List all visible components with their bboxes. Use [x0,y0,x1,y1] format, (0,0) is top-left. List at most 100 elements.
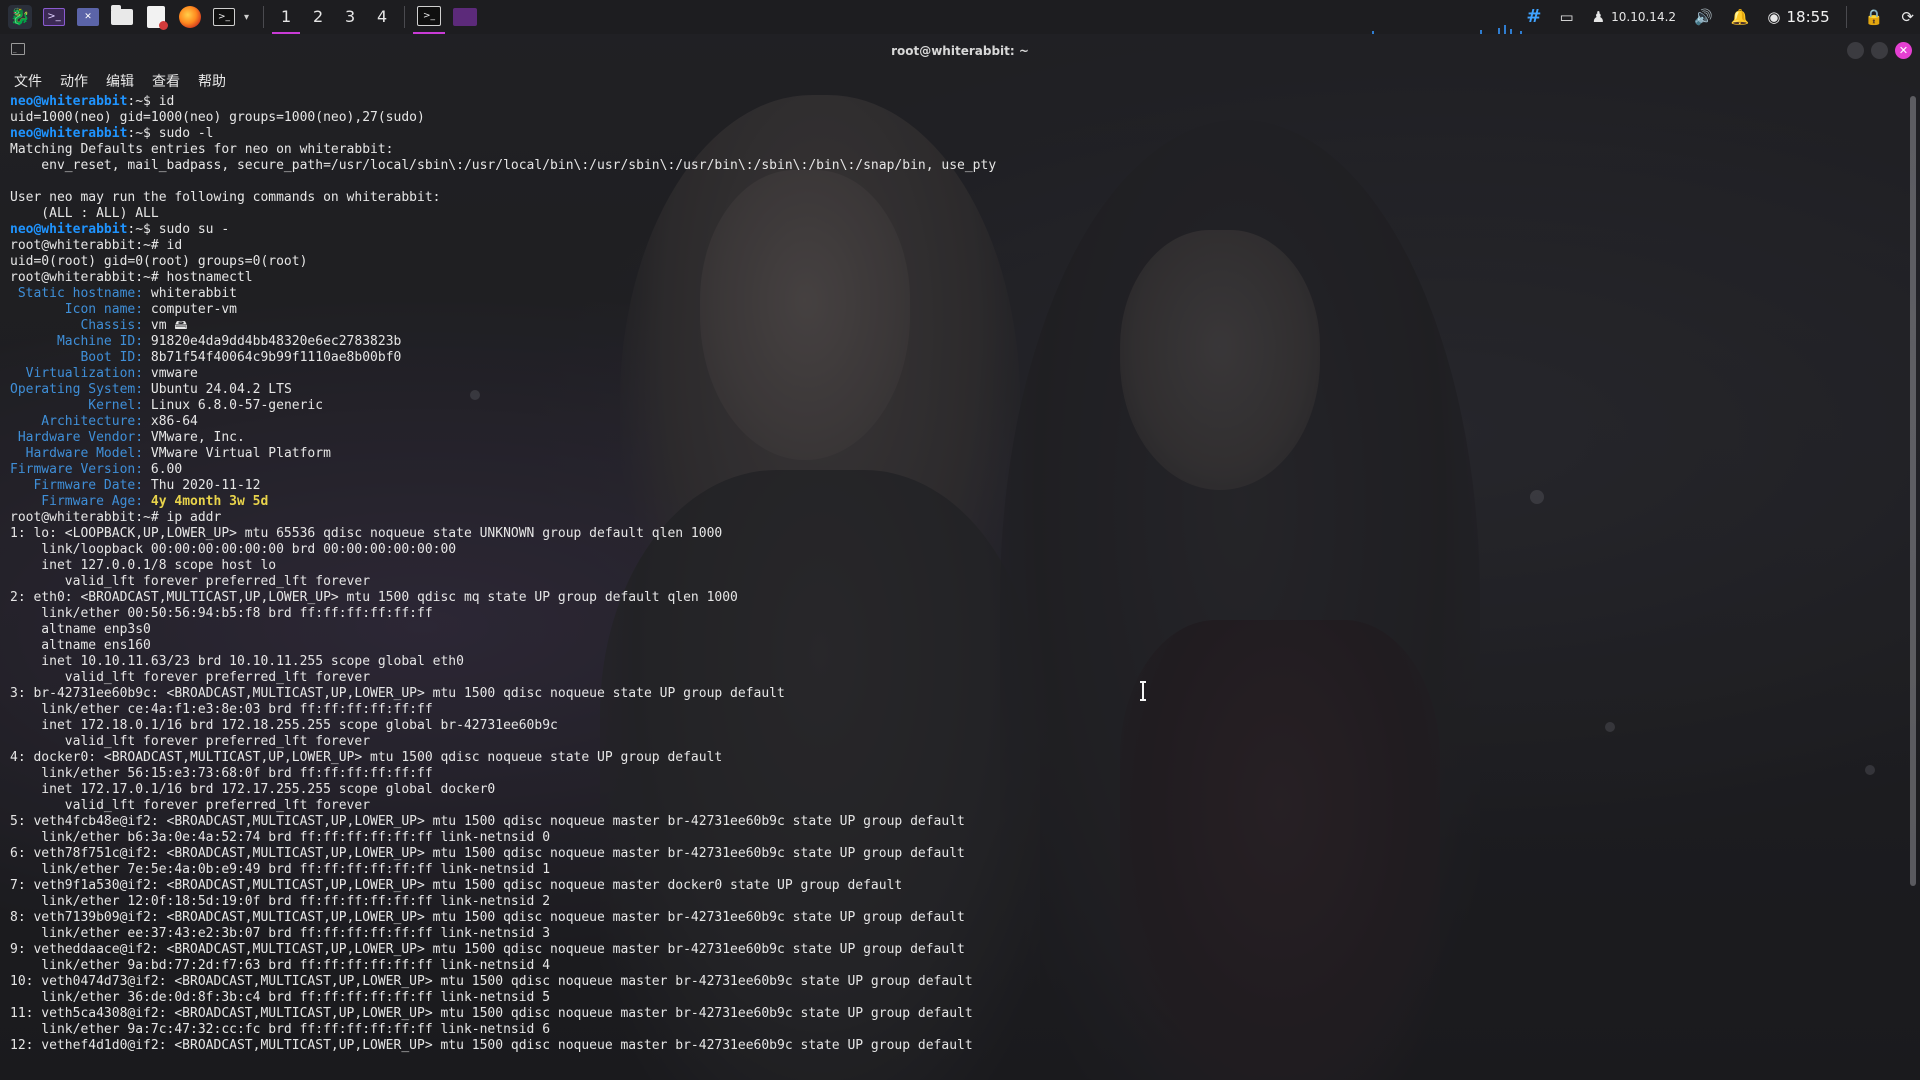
info-key: Firmware Date: [10,478,144,493]
terminal-line: 6: veth78f751c@if2: <BROADCAST,MULTICAST… [10,846,1890,862]
workspace-4[interactable]: 4 [368,0,396,34]
info-value: vmware [143,366,198,381]
chevron-down-icon[interactable]: ▾ [244,12,249,23]
terminal-line: Static hostname: whiterabbit [10,286,1890,302]
maximize-button[interactable] [1871,42,1888,59]
workspace-1[interactable]: 1 [272,0,301,34]
info-value: x86-64 [143,414,198,429]
output-text: 11: veth5ca4308@if2: <BROADCAST,MULTICAS… [10,1006,973,1021]
terminal-icon: >_ [417,6,442,26]
output-text: link/ether ce:4a:f1:e3:8e:03 brd ff:ff:f… [10,702,433,717]
taskbar-terminal-window[interactable]: >_ [413,0,446,34]
workspace-2[interactable]: 2 [304,0,332,34]
terminal-line: neo@whiterabbit:~$ sudo -l [10,126,1890,142]
terminal-launcher[interactable]: >_ [40,3,68,31]
info-value: 91820e4da9dd4bb48320e6ec2783823b [143,334,402,349]
output-text: root@whiterabbit:~# id [10,238,183,253]
output-text: altname enp3s0 [10,622,151,637]
terminal-scrollbar[interactable] [1910,96,1916,886]
system-tray: # ▭ ♟ 10.10.14.2 🔊 🔔 ◉ 18:55 🔒 ⟳ [1508,0,1914,34]
terminal-line: 7: veth9f1a530@if2: <BROADCAST,MULTICAST… [10,878,1890,894]
terminal-line: link/ether 00:50:56:94:b5:f8 brd ff:ff:f… [10,606,1890,622]
info-key: Architecture: [10,414,144,429]
menu-view[interactable]: 查看 [152,71,180,91]
minimize-button[interactable] [1847,42,1864,59]
window-switcher-launcher[interactable]: ✕ [74,3,102,31]
output-text: 10: veth0474d73@if2: <BROADCAST,MULTICAS… [10,974,973,989]
close-button[interactable]: ✕ [1895,42,1912,59]
files-launcher[interactable] [108,3,136,31]
output-text: link/ether 12:0f:18:5d:19:0f brd ff:ff:f… [10,894,551,909]
terminal-line: valid_lft forever preferred_lft forever [10,734,1890,750]
terminal-line: altname enp3s0 [10,622,1890,638]
display-icon[interactable]: ▭ [1560,0,1574,34]
taskbar-window[interactable] [449,0,481,34]
info-key: Kernel: [10,398,144,413]
terminal-line: 2: eth0: <BROADCAST,MULTICAST,UP,LOWER_U… [10,590,1890,606]
terminal-line: link/loopback 00:00:00:00:00:00 brd 00:0… [10,542,1890,558]
terminal-line: link/ether 36:de:0d:8f:3b:c4 brd ff:ff:f… [10,990,1890,1006]
menu-edit[interactable]: 编辑 [106,71,134,91]
terminal-output[interactable]: neo@whiterabbit:~$ id uid=1000(neo) gid=1… [10,94,1890,1080]
firefox-launcher[interactable] [176,3,204,31]
prompt-user: neo@whiterabbit [10,94,128,109]
output-text: 4: docker0: <BROADCAST,MULTICAST,UP,LOWE… [10,750,723,765]
terminal-line: link/ether 56:15:e3:73:68:0f brd ff:ff:f… [10,766,1890,782]
window-switcher-icon: ✕ [77,8,99,26]
kali-menu-button[interactable]: 🐉 [6,3,34,31]
output-text: root@whiterabbit:~# ip addr [10,510,222,525]
terminal-line: 9: vetheddaace@if2: <BROADCAST,MULTICAST… [10,942,1890,958]
terminal-line: Kernel: Linux 6.8.0-57-generic [10,398,1890,414]
files-icon [111,5,133,25]
info-key: Static hostname: [10,286,144,301]
menu-file[interactable]: 文件 [14,71,42,91]
vpn-user-icon[interactable]: ♟ [1592,0,1605,34]
output-text: 2: eth0: <BROADCAST,MULTICAST,UP,LOWER_U… [10,590,738,605]
lock-icon[interactable]: 🔒 [1865,0,1884,34]
terminal-launcher-2[interactable]: >_ [210,3,238,31]
terminal-line: Boot ID: 8b71f54f40064c9b99f1110ae8b00bf… [10,350,1890,366]
info-value: 6.00 [143,462,183,477]
terminal-line: 12: vethef4d1d0@if2: <BROADCAST,MULTICAS… [10,1038,1890,1054]
terminal-line: neo@whiterabbit:~$ sudo su - [10,222,1890,238]
output-text: link/ether 00:50:56:94:b5:f8 brd ff:ff:f… [10,606,433,621]
clock[interactable]: 18:55 [1787,8,1830,26]
prompt-symbol: :~$ [127,222,159,237]
output-text: link/ether 9a:bd:77:2d:f7:63 brd ff:ff:f… [10,958,551,973]
network-traffic-graph [1370,24,1530,34]
output-text: 5: veth4fcb48e@if2: <BROADCAST,MULTICAST… [10,814,965,829]
terminal-line: Matching Defaults entries for neo on whi… [10,142,1890,158]
terminal-line: 1: lo: <LOOPBACK,UP,LOWER_UP> mtu 65536 … [10,526,1890,542]
restart-icon[interactable]: ⟳ [1901,0,1914,34]
output-text: uid=1000(neo) gid=1000(neo) groups=1000(… [10,110,425,125]
workspace-3[interactable]: 3 [336,0,364,34]
text-editor-launcher[interactable] [142,3,170,31]
panel-separator [263,6,265,28]
terminal-line: link/ether 7e:5e:4a:0b:e9:49 brd ff:ff:f… [10,862,1890,878]
volume-icon[interactable]: 🔊 [1694,0,1713,34]
command-text: id [158,94,175,109]
network-grid-icon[interactable]: # [1526,0,1541,34]
output-text: valid_lft forever preferred_lft forever [10,734,371,749]
power-icon[interactable]: ◉ [1767,0,1780,34]
terminal-line: link/ether 9a:bd:77:2d:f7:63 brd ff:ff:f… [10,958,1890,974]
terminal-line: valid_lft forever preferred_lft forever [10,670,1890,686]
terminal-line: 10: veth0474d73@if2: <BROADCAST,MULTICAS… [10,974,1890,990]
window-titlebar[interactable]: _ root@whiterabbit: ~ ✕ [0,34,1920,68]
menu-actions[interactable]: 动作 [60,71,88,91]
notification-bell-icon[interactable]: 🔔 [1731,0,1750,34]
terminal-line: (ALL : ALL) ALL [10,206,1890,222]
text-cursor-icon [1140,681,1146,701]
terminal-line: neo@whiterabbit:~$ id [10,94,1890,110]
window-controls: ✕ [1840,42,1912,59]
output-text: inet 127.0.0.1/8 scope host lo [10,558,277,573]
terminal-line: inet 172.18.0.1/16 brd 172.18.255.255 sc… [10,718,1890,734]
output-text: root@whiterabbit:~# hostnamectl [10,270,253,285]
info-key: Boot ID: [10,350,144,365]
info-value: VMware Virtual Platform [143,446,331,461]
menu-bar: 文件 动作 编辑 查看 帮助 [0,68,230,94]
menu-help[interactable]: 帮助 [198,71,226,91]
output-text: valid_lft forever preferred_lft forever [10,574,371,589]
output-text: valid_lft forever preferred_lft forever [10,670,371,685]
